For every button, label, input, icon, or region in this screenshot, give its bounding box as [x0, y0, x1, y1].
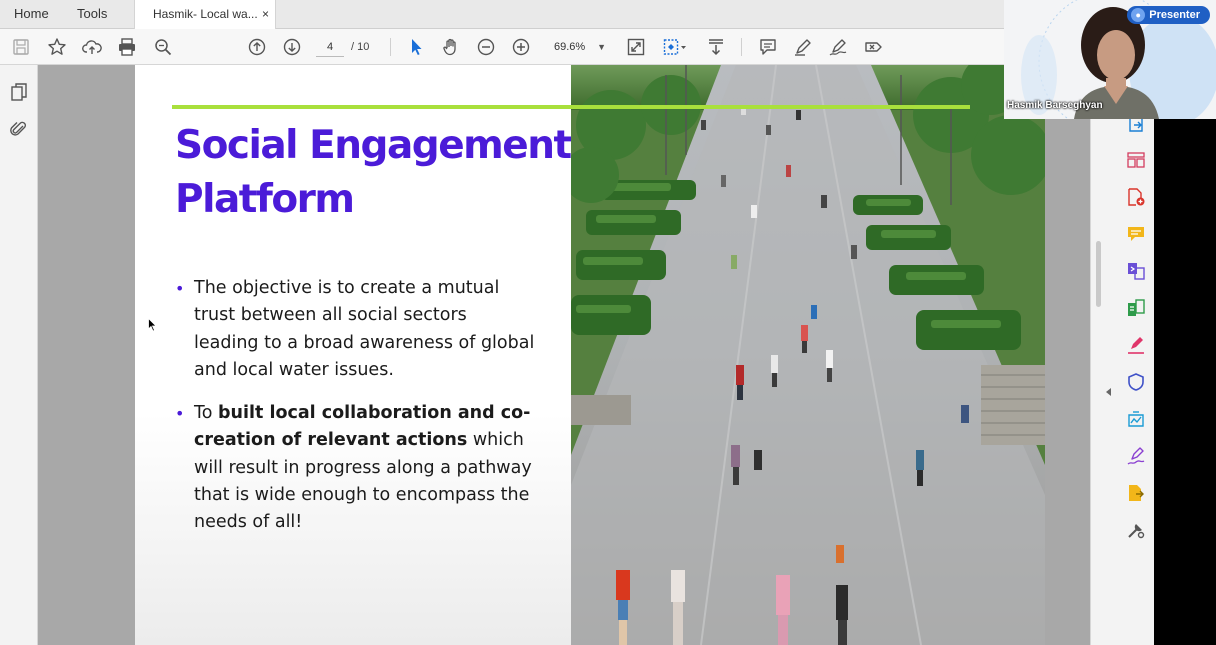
slide-text-panel: Social Engagement Platform • The objecti… [135, 65, 572, 645]
toolbar-divider [741, 38, 742, 56]
mouse-cursor-icon [148, 318, 157, 332]
rotate-view-icon[interactable] [660, 36, 690, 58]
bullet-item: • The objective is to create a mutual tr… [175, 275, 535, 384]
presenter-badge: ● Presenter [1127, 6, 1210, 24]
organize-pages-icon[interactable] [1126, 150, 1146, 170]
more-tools-icon[interactable] [1126, 520, 1146, 540]
presenter-icon: ● [1131, 8, 1146, 22]
slide-accent-line [172, 105, 970, 109]
fit-page-icon[interactable] [625, 36, 647, 58]
document-tab-title: Hasmik- Local wa... [153, 7, 258, 21]
slide-title: Social Engagement Platform [175, 123, 572, 222]
zoom-out-icon[interactable] [475, 36, 497, 58]
toolbar-divider [390, 38, 391, 56]
tools-pane-scrollbar[interactable] [1096, 241, 1101, 307]
presenter-badge-label: Presenter [1149, 9, 1200, 21]
chevron-down-icon: ▼ [597, 42, 606, 52]
bullet-text-prefix: To [194, 403, 218, 424]
attachments-icon[interactable] [9, 119, 29, 139]
bookmark-star-icon[interactable] [46, 36, 68, 58]
create-pdf-icon[interactable] [1126, 187, 1146, 207]
highlight-pen-icon[interactable] [792, 36, 814, 58]
toolbar: / 10 69.6% ▼ [0, 29, 1004, 65]
bullet-list: • The objective is to create a mutual tr… [175, 275, 535, 553]
send-for-review-icon[interactable] [1126, 483, 1146, 503]
page-total: / 10 [351, 41, 370, 53]
draw-sign-icon[interactable] [827, 36, 849, 58]
tools-pane [1090, 65, 1154, 645]
acrobat-window: Home Tools Hasmik- Local wa... × / 1 [0, 0, 1216, 645]
page-thumbnails-icon[interactable] [9, 82, 29, 102]
tab-tools[interactable]: Tools [77, 0, 107, 29]
zoom-level-value: 69.6% [554, 41, 586, 53]
bullet-item: • To built local collaboration and co-cr… [175, 400, 535, 536]
slide-page: Social Engagement Platform • The objecti… [135, 65, 1045, 645]
close-tab-icon[interactable]: × [262, 0, 269, 29]
protect-shield-icon[interactable] [1126, 372, 1146, 392]
optimize-icon[interactable] [1126, 409, 1146, 429]
upload-cloud-icon[interactable] [81, 36, 103, 58]
bullet-marker: • [175, 279, 185, 298]
bullet-text: The objective is to create a mutual trus… [194, 278, 535, 380]
request-signature-icon[interactable] [1126, 446, 1146, 466]
zoom-search-icon[interactable] [152, 36, 174, 58]
zoom-in-icon[interactable] [510, 36, 532, 58]
save-icon[interactable] [10, 36, 32, 58]
print-icon[interactable] [116, 36, 138, 58]
edit-pdf-icon[interactable] [1126, 298, 1146, 318]
zoom-level-dropdown[interactable]: 69.6% ▼ [546, 37, 610, 57]
page-number-input[interactable] [316, 37, 344, 57]
comment-tool-icon[interactable] [1126, 224, 1146, 244]
comment-icon[interactable] [757, 36, 779, 58]
select-cursor-icon[interactable] [405, 36, 427, 58]
presenter-name: Hasmik Barseghyan [1007, 100, 1103, 111]
bullet-marker: • [175, 404, 185, 424]
document-viewer[interactable]: Social Engagement Platform • The objecti… [38, 65, 1090, 645]
presenter-video: ● Presenter Hasmik Barseghyan [1004, 0, 1216, 119]
navigation-pane [0, 65, 38, 645]
tab-bar: Home Tools Hasmik- Local wa... × [0, 0, 1004, 30]
hand-tool-icon[interactable] [440, 36, 462, 58]
next-page-icon[interactable] [281, 36, 303, 58]
scroll-mode-icon[interactable] [705, 36, 727, 58]
park-promenade-photo [571, 65, 1045, 645]
combine-files-icon[interactable] [1126, 261, 1146, 281]
screen-edge [1154, 65, 1216, 645]
fill-sign-icon[interactable] [1126, 335, 1146, 355]
previous-page-icon[interactable] [246, 36, 268, 58]
tab-home[interactable]: Home [14, 0, 49, 29]
collapse-right-pane-icon[interactable] [1106, 388, 1111, 396]
stamp-tools-icon[interactable] [862, 36, 884, 58]
tab-document[interactable]: Hasmik- Local wa... × [134, 0, 276, 30]
